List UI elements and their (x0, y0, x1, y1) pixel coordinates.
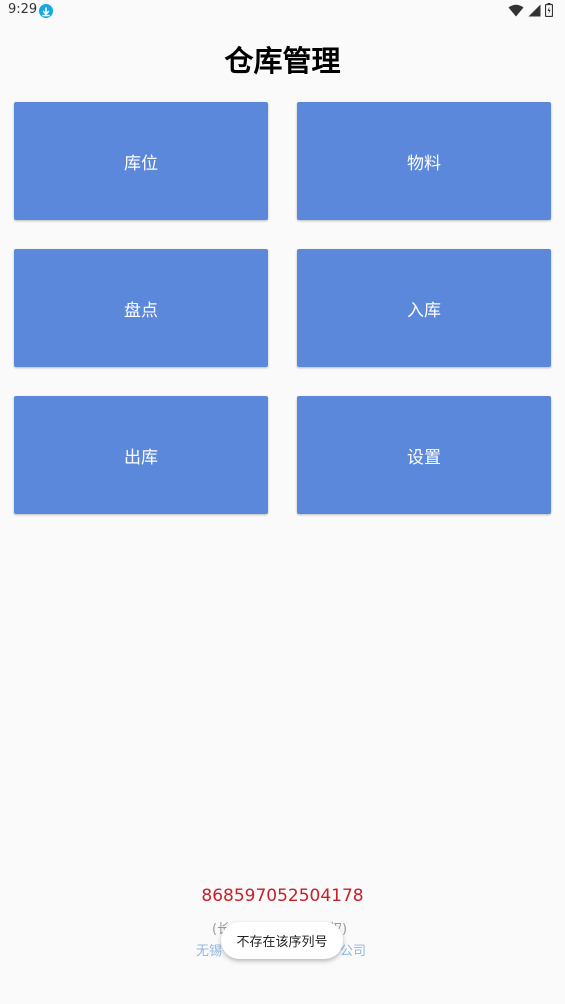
settings-button[interactable]: 设置 (297, 396, 551, 514)
footer-line2-left: 无锡 (196, 944, 223, 959)
tile-label: 盘点 (124, 300, 158, 321)
signal-icon (528, 2, 541, 21)
tile-label: 设置 (407, 447, 441, 468)
material-button[interactable]: 物料 (297, 102, 551, 220)
wifi-icon (508, 2, 524, 21)
status-bar: 9:29 (0, 0, 565, 24)
tile-label: 物料 (407, 153, 441, 174)
status-time: 9:29 (8, 2, 38, 17)
download-icon (39, 4, 53, 18)
inventory-count-button[interactable]: 盘点 (14, 249, 268, 367)
tile-label: 出库 (124, 447, 158, 468)
storage-location-button[interactable]: 库位 (14, 102, 268, 220)
tile-label: 库位 (124, 153, 158, 174)
inbound-button[interactable]: 入库 (297, 249, 551, 367)
page-title: 仓库管理 (224, 44, 341, 78)
tile-label: 入库 (407, 300, 441, 321)
toast-message: 不存在该序列号 (221, 922, 343, 959)
status-icons (508, 2, 554, 21)
toast-text: 不存在该序列号 (236, 935, 328, 950)
footer-line2-right: 公司 (340, 944, 367, 959)
serial-number: 868597052504178 (201, 886, 364, 906)
battery-icon (544, 2, 554, 21)
outbound-button[interactable]: 出库 (14, 396, 268, 514)
